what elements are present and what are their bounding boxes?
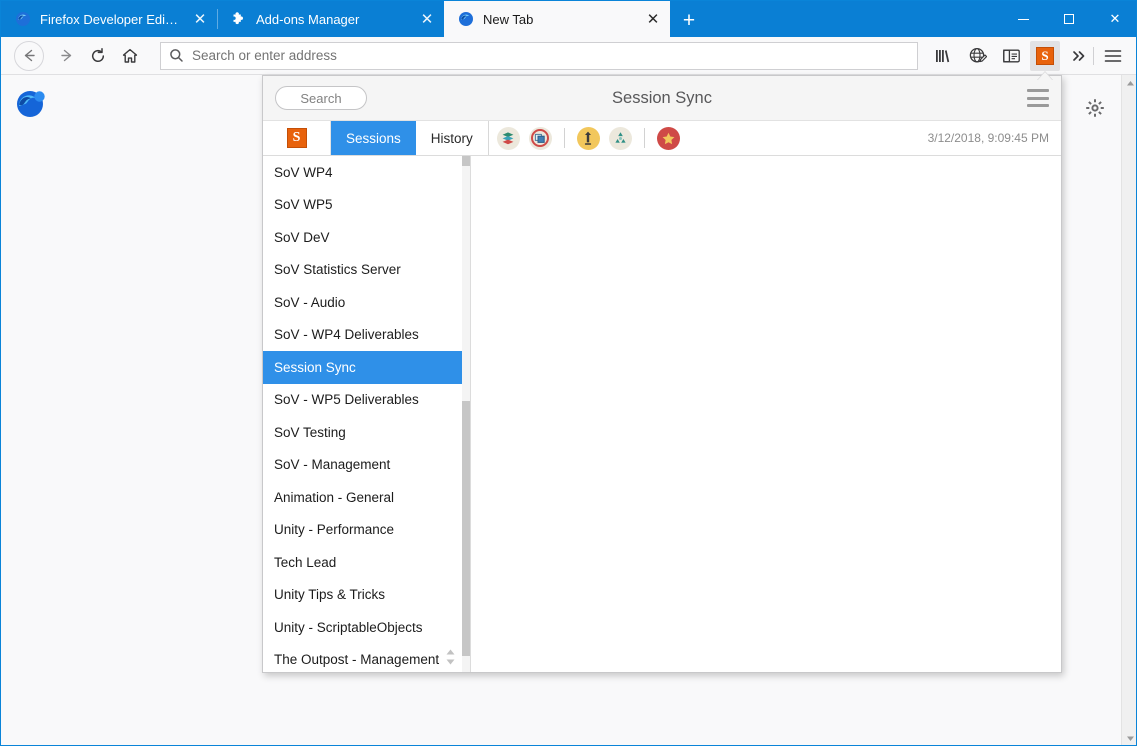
- action-separator: [563, 128, 565, 148]
- popup-action-buttons: [489, 121, 688, 155]
- popup-title: Session Sync: [612, 88, 712, 107]
- new-tab-button[interactable]: +: [672, 3, 706, 37]
- session-list[interactable]: SoV WP4 SoV WP5 SoV DeV SoV Statistics S…: [263, 156, 470, 672]
- list-item-selected[interactable]: Session Sync: [263, 351, 470, 384]
- toolbar-icons: S: [926, 40, 1130, 81]
- session-list-panel: SoV WP4 SoV WP5 SoV DeV SoV Statistics S…: [263, 156, 471, 672]
- session-sync-logo-icon: S: [286, 128, 307, 148]
- list-resize-grip[interactable]: [443, 647, 457, 667]
- popup-toolbar: S Sessions History 3/12/2018, 9:09:45 PM: [263, 121, 1061, 156]
- overflow-chevron-icon[interactable]: [1064, 41, 1094, 71]
- search-input[interactable]: Search: [275, 86, 367, 110]
- recycle-icon[interactable]: [608, 126, 632, 150]
- save-window-icon[interactable]: [528, 126, 552, 150]
- session-detail-pane: [471, 156, 1061, 672]
- firefox-icon: [16, 12, 30, 26]
- home-icon: [122, 48, 138, 63]
- tab-add-ons-manager[interactable]: Add-ons Manager ✕: [217, 1, 444, 37]
- search-icon: [169, 48, 184, 63]
- session-sync-popup: Search Session Sync S Sessions History 3…: [262, 75, 1062, 673]
- browser-window: Firefox Developer Edition ✕ Add-ons Mana…: [0, 0, 1137, 746]
- tab-separator: [217, 9, 218, 29]
- popup-brand-logo: S: [263, 121, 331, 155]
- save-session-icon[interactable]: [496, 126, 520, 150]
- tab-title: Firefox Developer Edition: [40, 11, 179, 27]
- home-button[interactable]: [114, 40, 146, 72]
- url-input-placeholder: Search or enter address: [192, 48, 337, 63]
- list-item[interactable]: SoV - Audio: [263, 286, 470, 319]
- reload-button[interactable]: [82, 40, 114, 72]
- scrollbar-thumb[interactable]: [462, 401, 470, 656]
- list-item[interactable]: Animation - General: [263, 481, 470, 514]
- url-bar[interactable]: Search or enter address: [160, 41, 918, 70]
- maximize-button[interactable]: [1046, 1, 1092, 37]
- tab-close-icon[interactable]: ✕: [644, 10, 662, 28]
- list-item[interactable]: SoV - WP4 Deliverables: [263, 319, 470, 352]
- scroll-down-arrow-icon[interactable]: [1122, 730, 1136, 745]
- bookmarks-star-icon[interactable]: [656, 126, 680, 150]
- list-item[interactable]: SoV WP4: [263, 156, 470, 189]
- list-item[interactable]: Unity - Performance: [263, 514, 470, 547]
- tab-title: New Tab: [483, 11, 534, 27]
- session-list-scrollbar[interactable]: [462, 156, 470, 672]
- popup-body: SoV WP4 SoV WP5 SoV DeV SoV Statistics S…: [263, 156, 1061, 672]
- session-sync-logo-icon: S: [1036, 46, 1054, 65]
- tab-close-icon[interactable]: ✕: [191, 10, 209, 28]
- popup-menu-button[interactable]: [1027, 89, 1049, 107]
- forward-button[interactable]: [50, 40, 82, 72]
- tab-history[interactable]: History: [416, 121, 488, 155]
- list-item[interactable]: SoV WP5: [263, 189, 470, 222]
- container-tabs-globe-icon[interactable]: [962, 41, 992, 71]
- list-item[interactable]: The Outpost - Management: [263, 644, 470, 673]
- tab-strip: Firefox Developer Edition ✕ Add-ons Mana…: [1, 1, 1136, 37]
- puzzle-icon: [233, 12, 243, 25]
- app-menu-icon[interactable]: [1093, 41, 1128, 71]
- list-item[interactable]: SoV - Management: [263, 449, 470, 482]
- gear-icon[interactable]: [1084, 97, 1106, 119]
- list-item[interactable]: Unity - ScriptableObjects: [263, 611, 470, 644]
- library-icon[interactable]: [928, 41, 958, 71]
- list-item[interactable]: SoV Testing: [263, 416, 470, 449]
- page-scrollbar[interactable]: [1121, 75, 1136, 745]
- window-controls: ✕: [1000, 1, 1136, 37]
- action-separator: [643, 128, 645, 148]
- restore-session-icon[interactable]: [576, 126, 600, 150]
- popup-pointer-arrow: [1037, 71, 1053, 81]
- list-item[interactable]: Unity Tips & Tricks: [263, 579, 470, 612]
- list-item[interactable]: SoV - WP5 Deliverables: [263, 384, 470, 417]
- tab-sessions[interactable]: Sessions: [331, 121, 416, 155]
- burger-line: [1027, 104, 1049, 107]
- scrollbar-thumb[interactable]: [462, 156, 470, 166]
- list-item[interactable]: SoV DeV: [263, 221, 470, 254]
- burger-line: [1027, 96, 1049, 100]
- back-button[interactable]: [14, 40, 44, 71]
- close-window-button[interactable]: ✕: [1092, 1, 1136, 37]
- list-item[interactable]: Tech Lead: [263, 546, 470, 579]
- tab-close-icon[interactable]: ✕: [418, 10, 436, 28]
- tab-new-tab[interactable]: New Tab ✕: [444, 1, 670, 37]
- scroll-up-arrow-icon[interactable]: [1122, 75, 1136, 92]
- session-sync-extension-button[interactable]: S: [1030, 40, 1060, 81]
- burger-line: [1027, 89, 1049, 92]
- popup-header: Search Session Sync: [263, 76, 1061, 121]
- arrow-right-icon: [60, 49, 71, 62]
- sidebar-toggle-icon[interactable]: [996, 41, 1026, 71]
- tab-title: Add-ons Manager: [256, 11, 360, 27]
- firefox-logo: [17, 91, 45, 117]
- list-item[interactable]: SoV Statistics Server: [263, 254, 470, 287]
- tab-firefox-developer-edition[interactable]: Firefox Developer Edition ✕: [1, 1, 217, 37]
- minimize-button[interactable]: [1000, 1, 1046, 37]
- session-timestamp: 3/12/2018, 9:09:45 PM: [927, 131, 1049, 145]
- arrow-left-icon: [24, 49, 35, 62]
- reload-icon: [91, 47, 105, 62]
- navigation-toolbar: Search or enter address S: [1, 37, 1136, 81]
- firefox-icon: [459, 12, 473, 26]
